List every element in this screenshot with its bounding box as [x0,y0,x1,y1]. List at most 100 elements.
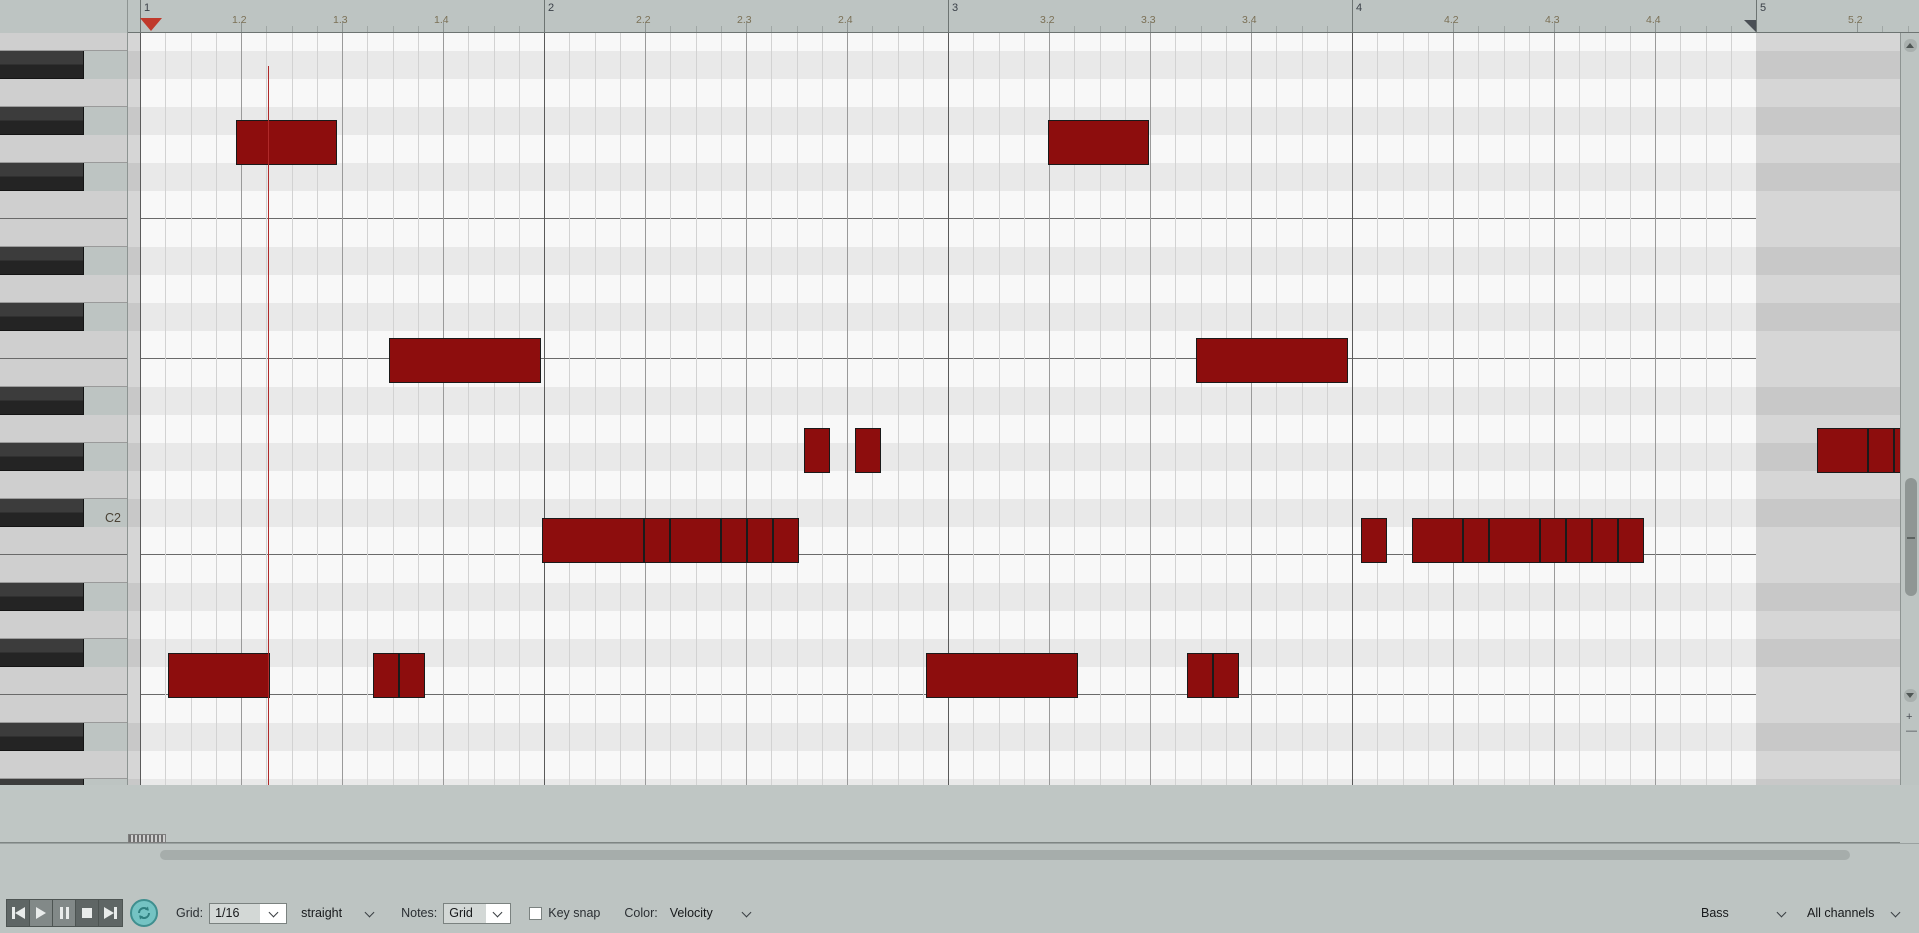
swing-select[interactable]: straight [295,902,384,924]
midi-note[interactable] [1048,120,1149,165]
horizontal-scroll-thumb[interactable] [160,850,1850,860]
horizontal-scrollbar[interactable] [0,843,1919,865]
note-grid[interactable] [128,33,1900,785]
grid-row[interactable] [128,611,1900,639]
black-key[interactable] [0,443,84,471]
midi-note[interactable] [1540,518,1566,563]
grid-row[interactable] [128,247,1900,275]
playhead-marker[interactable] [140,18,162,31]
resize-grip[interactable] [128,834,166,843]
zoom-out-vertical-button[interactable]: — [1906,726,1917,737]
pause-button[interactable] [53,900,76,926]
white-key[interactable] [0,135,127,163]
black-key[interactable] [0,163,84,191]
midi-note[interactable] [1412,518,1463,563]
white-key[interactable] [0,695,127,723]
grid-row[interactable] [128,303,1900,331]
scroll-down-button[interactable] [1904,689,1917,702]
grid-row[interactable] [128,471,1900,499]
black-key[interactable] [0,387,84,415]
midi-note[interactable] [670,518,721,563]
vertical-scroll-thumb[interactable] [1905,478,1917,596]
instrument-select[interactable]: Bass [1695,902,1795,924]
zoom-in-vertical-button[interactable]: + [1906,712,1912,723]
black-key[interactable] [0,723,84,751]
cycle-loop-button[interactable] [130,899,158,927]
black-key[interactable] [0,51,84,79]
grid-row[interactable] [128,415,1900,443]
black-key[interactable] [0,303,84,331]
grid-row[interactable] [128,779,1900,785]
midi-note[interactable] [773,518,799,563]
midi-note[interactable] [399,653,425,698]
midi-note[interactable] [1489,518,1540,563]
color-mode-select[interactable]: Velocity [663,902,760,924]
white-key[interactable] [0,33,127,51]
vertical-scrollbar[interactable]: + — [1900,33,1919,785]
grid-row[interactable] [128,79,1900,107]
skip-to-end-button[interactable] [99,900,122,926]
midi-note[interactable] [1566,518,1592,563]
white-key[interactable] [0,611,127,639]
midi-note[interactable] [1213,653,1239,698]
play-button[interactable] [30,900,53,926]
midi-note[interactable] [373,653,399,698]
midi-note[interactable] [644,518,670,563]
grid-row[interactable] [128,275,1900,303]
loop-end-marker[interactable] [1744,20,1756,32]
white-key[interactable] [0,555,127,583]
scroll-up-button[interactable] [1904,39,1917,52]
grid-row[interactable] [128,107,1900,135]
white-key[interactable] [0,331,127,359]
white-key[interactable] [0,275,127,303]
black-key[interactable] [0,247,84,275]
midi-note[interactable] [1463,518,1489,563]
midi-note[interactable] [747,518,773,563]
grid-row[interactable] [128,219,1900,247]
grid-value-select[interactable]: 1/16 [209,902,288,924]
white-key[interactable] [0,219,127,247]
midi-note[interactable] [721,518,747,563]
black-key[interactable] [0,583,84,611]
black-key[interactable] [0,107,84,135]
midi-note[interactable] [1868,428,1894,473]
white-key[interactable] [0,191,127,219]
grid-row[interactable] [128,191,1900,219]
black-key[interactable] [0,779,84,785]
midi-note[interactable] [1187,653,1213,698]
midi-note[interactable] [236,120,337,165]
black-key[interactable] [0,499,84,527]
midi-note[interactable] [1817,428,1868,473]
grid-row[interactable] [128,443,1900,471]
midi-note[interactable] [389,338,541,383]
timeline-ruler[interactable]: 1 2 3 4 5 1.2 1.3 1.4 2.2 2.3 2.4 3.2 3.3 3.4 4.2 4.3 4.… [128,0,1919,33]
notes-value-select[interactable]: Grid [443,902,512,924]
midi-note[interactable] [926,653,1078,698]
white-key[interactable] [0,415,127,443]
midi-note[interactable] [855,428,881,473]
white-key[interactable] [0,667,127,695]
key-snap-checkbox[interactable] [529,906,543,920]
skip-to-start-button[interactable] [7,900,30,926]
midi-note[interactable] [1618,518,1644,563]
midi-note[interactable] [168,653,270,698]
white-key[interactable] [0,359,127,387]
midi-note[interactable] [1196,338,1348,383]
grid-row[interactable] [128,163,1900,191]
stop-button[interactable] [76,900,99,926]
piano-keyboard[interactable]: C2 [0,33,128,785]
grid-row[interactable] [128,583,1900,611]
grid-row[interactable] [128,135,1900,163]
white-key[interactable] [0,751,127,779]
midi-note[interactable] [804,428,830,473]
midi-note[interactable] [1592,518,1618,563]
midi-note[interactable] [542,518,644,563]
grid-row[interactable] [128,695,1900,723]
midi-note[interactable] [1361,518,1387,563]
grid-row[interactable] [128,723,1900,751]
grid-row[interactable] [128,51,1900,79]
white-key[interactable] [0,471,127,499]
channel-select[interactable]: All channels [1801,902,1909,924]
grid-row[interactable] [128,387,1900,415]
black-key[interactable] [0,639,84,667]
